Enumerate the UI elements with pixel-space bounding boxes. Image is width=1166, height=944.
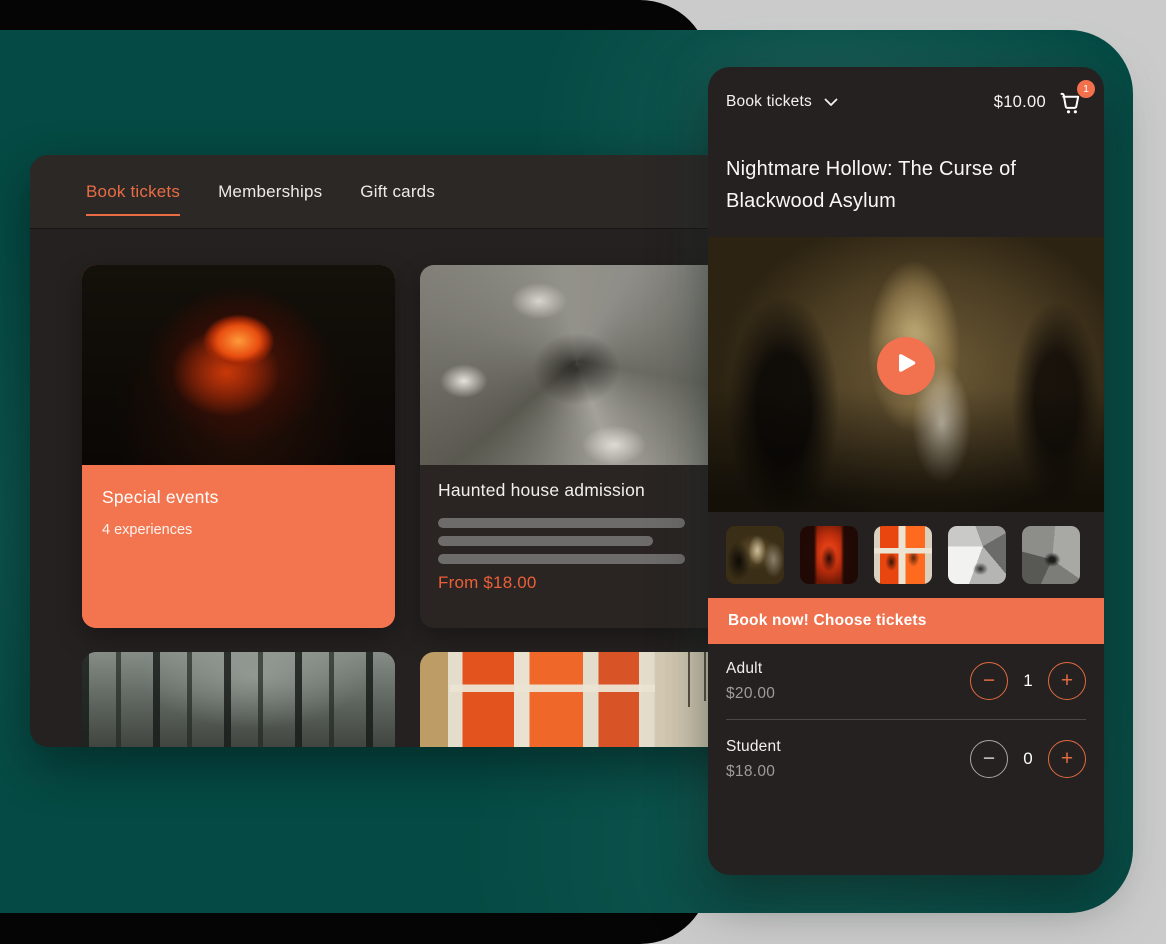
skeleton-line [438, 554, 685, 564]
skeleton-line [438, 536, 653, 546]
thumbnail-bw-staircase[interactable] [1022, 526, 1080, 584]
cart-total: $10.00 [994, 93, 1046, 112]
special-events-title: Special events [102, 487, 375, 508]
ticket-info: Adult $20.00 [726, 660, 970, 703]
minus-button[interactable]: − [970, 662, 1008, 700]
mobile-header: Book tickets $10.00 1 [708, 67, 1104, 131]
row-divider [726, 719, 1086, 720]
skeleton-line [438, 518, 685, 528]
minus-icon: − [983, 748, 995, 769]
plus-icon: + [1061, 670, 1073, 691]
thumbnail-red-windows[interactable] [874, 526, 932, 584]
staircase-image [420, 265, 733, 465]
haunted-house-card[interactable]: Haunted house admission From $18.00 [420, 265, 733, 628]
play-button[interactable] [877, 337, 935, 395]
thumbnail-zombies[interactable] [726, 526, 784, 584]
haunted-house-card-body: Haunted house admission From $18.00 [420, 465, 733, 628]
minus-button[interactable]: − [970, 740, 1008, 778]
ticket-info: Student $18.00 [726, 738, 970, 781]
quantity-stepper: − 0 + [970, 740, 1086, 778]
tab-memberships[interactable]: Memberships [218, 182, 322, 202]
ticket-row-student: Student $18.00 − 0 + [726, 727, 1086, 791]
book-now-banner-text: Book now! Choose tickets [728, 612, 927, 630]
tab-book-tickets[interactable]: Book tickets [86, 182, 180, 202]
ticket-name: Student [726, 738, 970, 756]
orange-windows-card-image[interactable] [420, 652, 733, 747]
cart-button[interactable]: 1 [1058, 88, 1086, 116]
special-events-card-body: Special events 4 experiences [82, 465, 395, 628]
haunted-house-price: From $18.00 [438, 573, 537, 593]
book-now-banner: Book now! Choose tickets [708, 598, 1104, 644]
chevron-down-icon [824, 98, 838, 107]
pumpkin-figure-image [82, 265, 395, 465]
special-events-count: 4 experiences [102, 522, 375, 538]
gallery-thumbnails [726, 526, 1080, 584]
tab-bar: Book tickets Memberships Gift cards [30, 155, 775, 228]
event-title: Nightmare Hollow: The Curse of Blackwood… [726, 153, 1036, 217]
forest-card-image[interactable] [82, 652, 395, 747]
quantity-stepper: − 1 + [970, 662, 1086, 700]
desktop-storefront-panel: Book tickets Memberships Gift cards Spec… [30, 155, 775, 747]
book-tickets-dropdown[interactable]: Book tickets [726, 93, 838, 111]
mobile-booking-panel: Book tickets $10.00 1 [708, 67, 1104, 875]
tab-gift-cards[interactable]: Gift cards [360, 182, 435, 202]
event-video-preview[interactable] [708, 237, 1104, 512]
cart-count-badge: 1 [1077, 80, 1095, 98]
ticket-price: $20.00 [726, 685, 970, 703]
ticket-price: $18.00 [726, 763, 970, 781]
cart-icon [1058, 103, 1086, 120]
minus-icon: − [983, 670, 995, 691]
plus-button[interactable]: + [1048, 662, 1086, 700]
ticket-name: Adult [726, 660, 970, 678]
play-icon [895, 352, 917, 381]
canvas: Book tickets Memberships Gift cards Spec… [0, 0, 1166, 944]
dropdown-label: Book tickets [726, 93, 812, 111]
thumbnail-red-doorway[interactable] [800, 526, 858, 584]
plus-icon: + [1061, 748, 1073, 769]
ticket-row-adult: Adult $20.00 − 1 + [726, 649, 1086, 713]
thumbnail-bw-room[interactable] [948, 526, 1006, 584]
quantity-value: 1 [1017, 671, 1039, 691]
special-events-card[interactable]: Special events 4 experiences [82, 265, 395, 628]
haunted-house-title: Haunted house admission [438, 480, 645, 501]
plus-button[interactable]: + [1048, 740, 1086, 778]
quantity-value: 0 [1017, 749, 1039, 769]
